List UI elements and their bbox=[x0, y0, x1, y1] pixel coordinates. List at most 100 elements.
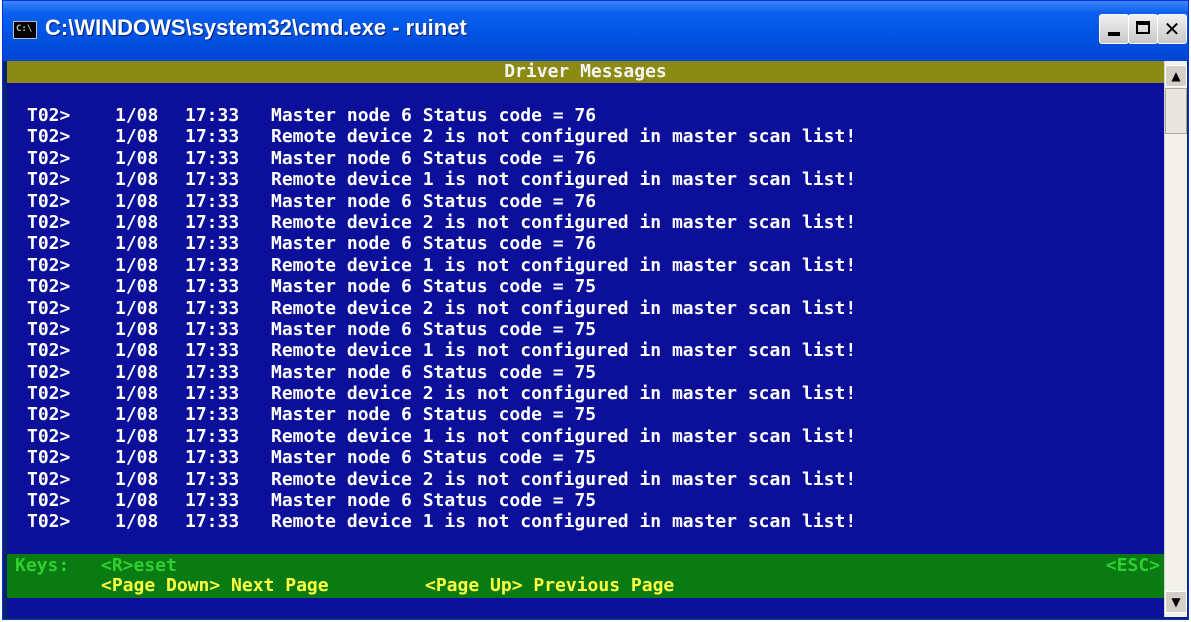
line-task-id: T02> bbox=[27, 340, 71, 362]
message-line: T02> 1/08 17:33 Remote device 1 is not conf… bbox=[27, 169, 856, 190]
line-message: Master node 6 Status code = 76 bbox=[271, 147, 597, 169]
maximize-icon bbox=[1136, 21, 1150, 34]
line-time: 17:33 bbox=[185, 318, 240, 340]
line-message: Master node 6 Status code = 76 bbox=[271, 190, 597, 212]
line-time: 17:33 bbox=[185, 404, 240, 426]
scroll-down-button[interactable]: ▼ bbox=[1165, 591, 1187, 613]
line-message: Remote device 1 is not configured in mas… bbox=[271, 425, 857, 447]
message-line: T02> 1/08 17:33 Master node 6 Status code =… bbox=[27, 319, 856, 340]
line-date: 1/08 bbox=[115, 425, 159, 447]
line-message: Master node 6 Status code = 76 bbox=[271, 105, 597, 126]
line-task-id: T02> bbox=[27, 254, 71, 276]
line-time: 17:33 bbox=[185, 169, 240, 191]
message-line: T02> 1/08 17:33 Master node 6 Status code =… bbox=[27, 105, 856, 126]
line-date: 1/08 bbox=[115, 233, 159, 255]
line-message: Remote device 1 is not configured in mas… bbox=[271, 169, 857, 191]
line-date: 1/08 bbox=[115, 190, 159, 212]
message-line: T02> 1/08 17:33 Master node 6 Status code =… bbox=[27, 191, 856, 212]
line-time: 17:33 bbox=[185, 126, 240, 148]
line-task-id: T02> bbox=[27, 211, 71, 233]
line-task-id: T02> bbox=[27, 147, 71, 169]
line-message: Master node 6 Status code = 75 bbox=[271, 447, 597, 469]
line-time: 17:33 bbox=[185, 490, 240, 512]
message-line: T02> 1/08 17:33 Remote device 1 is not conf… bbox=[27, 511, 856, 532]
scrollbar-thumb[interactable] bbox=[1165, 88, 1187, 134]
line-message: Remote device 1 is not configured in mas… bbox=[271, 254, 857, 276]
console-bottom-strip bbox=[7, 598, 1164, 617]
line-date: 1/08 bbox=[115, 490, 159, 512]
line-time: 17:33 bbox=[185, 361, 240, 383]
line-message: Remote device 2 is not configured in mas… bbox=[271, 468, 857, 490]
line-message: Remote device 2 is not configured in mas… bbox=[271, 383, 857, 405]
line-task-id: T02> bbox=[27, 169, 71, 191]
message-line: T02> 1/08 17:33 Master node 6 Status code =… bbox=[27, 404, 856, 425]
line-message: Master node 6 Status code = 76 bbox=[271, 233, 597, 255]
message-line: T02> 1/08 17:33 Master node 6 Status code =… bbox=[27, 148, 856, 169]
line-time: 17:33 bbox=[185, 297, 240, 319]
line-date: 1/08 bbox=[115, 511, 159, 533]
line-message: Remote device 2 is not configured in mas… bbox=[271, 297, 857, 319]
line-date: 1/08 bbox=[115, 404, 159, 426]
close-button[interactable]: ✕ bbox=[1157, 14, 1187, 44]
line-message: Remote device 2 is not configured in mas… bbox=[271, 211, 857, 233]
keys-bar: Keys: <R>eset <ESC> <Page Down> Next Pag… bbox=[7, 554, 1164, 598]
minimize-icon bbox=[1108, 32, 1120, 36]
line-date: 1/08 bbox=[115, 468, 159, 490]
page-up-key-hint: <Page Up> Previous Page bbox=[425, 575, 675, 596]
line-time: 17:33 bbox=[185, 468, 240, 490]
line-task-id: T02> bbox=[27, 318, 71, 340]
line-time: 17:33 bbox=[185, 211, 240, 233]
line-time: 17:33 bbox=[185, 340, 240, 362]
line-time: 17:33 bbox=[185, 147, 240, 169]
line-date: 1/08 bbox=[115, 169, 159, 191]
line-time: 17:33 bbox=[185, 425, 240, 447]
message-line: T02> 1/08 17:33 Remote device 2 is not conf… bbox=[27, 212, 856, 233]
line-message: Master node 6 Status code = 75 bbox=[271, 490, 597, 512]
minimize-button[interactable] bbox=[1099, 14, 1129, 44]
message-line: T02> 1/08 17:33 Remote device 2 is not conf… bbox=[27, 126, 856, 147]
message-line: T02> 1/08 17:33 Master node 6 Status code =… bbox=[27, 447, 856, 468]
line-time: 17:33 bbox=[185, 190, 240, 212]
title-bar[interactable]: C:\ C:\WINDOWS\system32\cmd.exe - ruinet… bbox=[3, 1, 1188, 61]
message-list: T02> 1/08 17:33 Master node 6 Status code =… bbox=[27, 105, 856, 533]
line-task-id: T02> bbox=[27, 297, 71, 319]
reset-key-hint: <R>eset bbox=[101, 555, 177, 576]
console-window: C:\ C:\WINDOWS\system32\cmd.exe - ruinet… bbox=[2, 0, 1189, 620]
line-message: Remote device 1 is not configured in mas… bbox=[271, 340, 857, 362]
line-task-id: T02> bbox=[27, 105, 71, 126]
message-line: T02> 1/08 17:33 Master node 6 Status code =… bbox=[27, 362, 856, 383]
line-date: 1/08 bbox=[115, 254, 159, 276]
console-area[interactable]: Driver Messages T02> 1/08 17:33 Master node… bbox=[7, 61, 1164, 617]
message-line: T02> 1/08 17:33 Remote device 2 is not conf… bbox=[27, 298, 856, 319]
arrow-down-icon: ▼ bbox=[1171, 595, 1181, 609]
line-time: 17:33 bbox=[185, 511, 240, 533]
message-line: T02> 1/08 17:33 Remote device 2 is not conf… bbox=[27, 383, 856, 404]
cmd-icon[interactable]: C:\ bbox=[13, 21, 37, 39]
line-message: Master node 6 Status code = 75 bbox=[271, 361, 597, 383]
line-task-id: T02> bbox=[27, 383, 71, 405]
line-date: 1/08 bbox=[115, 447, 159, 469]
line-time: 17:33 bbox=[185, 447, 240, 469]
line-task-id: T02> bbox=[27, 233, 71, 255]
window-title: C:\WINDOWS\system32\cmd.exe - ruinet bbox=[45, 15, 467, 40]
console-header: Driver Messages bbox=[7, 61, 1164, 83]
line-task-id: T02> bbox=[27, 361, 71, 383]
line-task-id: T02> bbox=[27, 511, 71, 533]
message-line: T02> 1/08 17:33 Master node 6 Status code =… bbox=[27, 233, 856, 254]
scroll-up-button[interactable]: ▲ bbox=[1165, 65, 1187, 87]
line-message: Remote device 1 is not configured in mas… bbox=[271, 511, 857, 533]
maximize-button[interactable] bbox=[1128, 14, 1158, 44]
line-message: Master node 6 Status code = 75 bbox=[271, 318, 597, 340]
line-task-id: T02> bbox=[27, 404, 71, 426]
esc-key-hint: <ESC> bbox=[1105, 555, 1160, 576]
line-time: 17:33 bbox=[185, 276, 240, 298]
vertical-scrollbar[interactable]: ▲ ▼ bbox=[1164, 61, 1187, 617]
line-date: 1/08 bbox=[115, 211, 159, 233]
message-line: T02> 1/08 17:33 Remote device 1 is not conf… bbox=[27, 426, 856, 447]
message-line: T02> 1/08 17:33 Master node 6 Status code =… bbox=[27, 490, 856, 511]
line-task-id: T02> bbox=[27, 490, 71, 512]
page-down-key-hint: <Page Down> Next Page bbox=[101, 575, 329, 596]
line-time: 17:33 bbox=[185, 254, 240, 276]
line-time: 17:33 bbox=[185, 105, 240, 126]
line-time: 17:33 bbox=[185, 233, 240, 255]
